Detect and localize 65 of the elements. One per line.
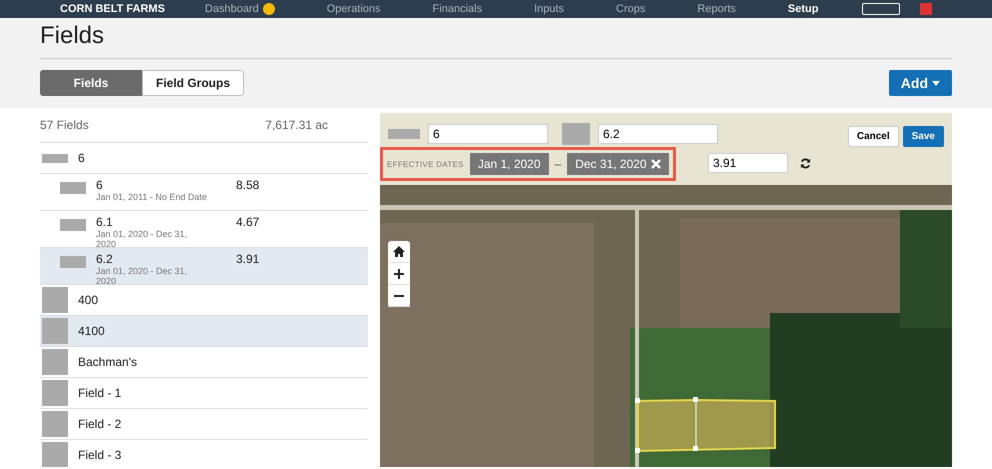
boundary-row[interactable]: 6.2 Jan 01, 2020 - Dec 31, 2020 3.91 (40, 248, 368, 285)
save-button[interactable]: Save (902, 126, 944, 147)
nav-link[interactable]: Dashboard (204, 3, 259, 15)
notification-dot-icon (262, 3, 275, 15)
field-shape-icon (42, 411, 68, 437)
field-name: 4100 (78, 324, 105, 338)
start-date-field[interactable]: Jan 1, 2020 (470, 153, 549, 175)
nav-link[interactable]: Reports (697, 3, 736, 15)
clear-icon[interactable] (650, 159, 661, 169)
add-button[interactable]: Add (888, 70, 952, 96)
boundary-shape-icon (562, 122, 590, 144)
nav-link[interactable]: Financials (432, 3, 482, 15)
field-name: Field - 3 (78, 448, 122, 462)
field-shape-icon (42, 154, 68, 162)
plus-icon (394, 268, 404, 278)
nav-link[interactable]: Inputs (534, 3, 564, 15)
field-shape-icon (42, 318, 68, 344)
cancel-button[interactable]: Cancel (848, 126, 899, 147)
segment-tab[interactable]: Fields (40, 70, 142, 96)
boundary-dates: Jan 01, 2020 - Dec 31, 2020 (96, 229, 188, 249)
field-row[interactable]: Field - 1 (40, 378, 368, 409)
total-acreage: 7,617.31 ac (265, 118, 328, 132)
end-date-field[interactable]: Dec 31, 2020 (567, 153, 669, 175)
field-name: Bachman's (78, 355, 137, 369)
boundary-name: 6.2 (96, 252, 114, 266)
field-name: Field - 1 (78, 386, 122, 400)
boundary-dates: Jan 01, 2011 - No End Date (96, 192, 208, 202)
field-boundary-polygon[interactable] (635, 397, 776, 453)
nav-link[interactable]: Setup (788, 3, 818, 15)
boundary-name: 6.1 (96, 215, 114, 229)
field-row[interactable]: Bachman's (40, 347, 368, 378)
field-shape-icon (388, 128, 420, 138)
boundary-acres: 8.58 (236, 178, 260, 192)
field-shape-icon (60, 256, 86, 268)
date-separator: – (554, 157, 562, 171)
field-row[interactable]: 6 (40, 143, 368, 174)
boundary-acres: 3.91 (236, 252, 260, 266)
field-name: 6 (78, 151, 85, 165)
brand-name: CORN BELT FARMS (60, 3, 165, 15)
field-name: 400 (78, 293, 98, 307)
field-shape-icon (42, 287, 68, 313)
boundary-name: 6 (96, 178, 104, 192)
field-row[interactable]: Field - 2 (40, 409, 368, 440)
caret-icon (932, 80, 940, 86)
boundary-acres: 4.67 (236, 215, 260, 229)
boundary-name-input[interactable]: 6.2 (598, 124, 718, 144)
nav-link[interactable]: Operations (326, 3, 381, 15)
acres-input[interactable]: 3.91 (708, 153, 788, 173)
segment-tab[interactable]: Field Groups (142, 70, 244, 96)
field-shape-icon (60, 182, 86, 194)
field-row[interactable]: 4100 (40, 316, 368, 347)
field-shape-icon (42, 349, 68, 375)
boundary-row[interactable]: 6 Jan 01, 2011 - No End Date 8.58 (40, 174, 368, 211)
field-shape-icon (42, 442, 68, 467)
boundary-dates: Jan 01, 2020 - Dec 31, 2020 (96, 266, 188, 286)
nav-link[interactable]: Crops (616, 3, 646, 15)
field-count: 57 Fields (40, 118, 89, 132)
field-shape-icon (42, 380, 68, 406)
field-name: Field - 2 (78, 417, 122, 431)
effective-dates-label: EFFECTIVE DATES (387, 160, 464, 168)
refresh-icon[interactable] (800, 158, 811, 168)
field-shape-icon (60, 219, 86, 231)
field-row[interactable]: Field - 3 (40, 440, 368, 467)
field-name-input[interactable]: 6 (428, 124, 548, 144)
page-title: Fields (40, 22, 952, 59)
